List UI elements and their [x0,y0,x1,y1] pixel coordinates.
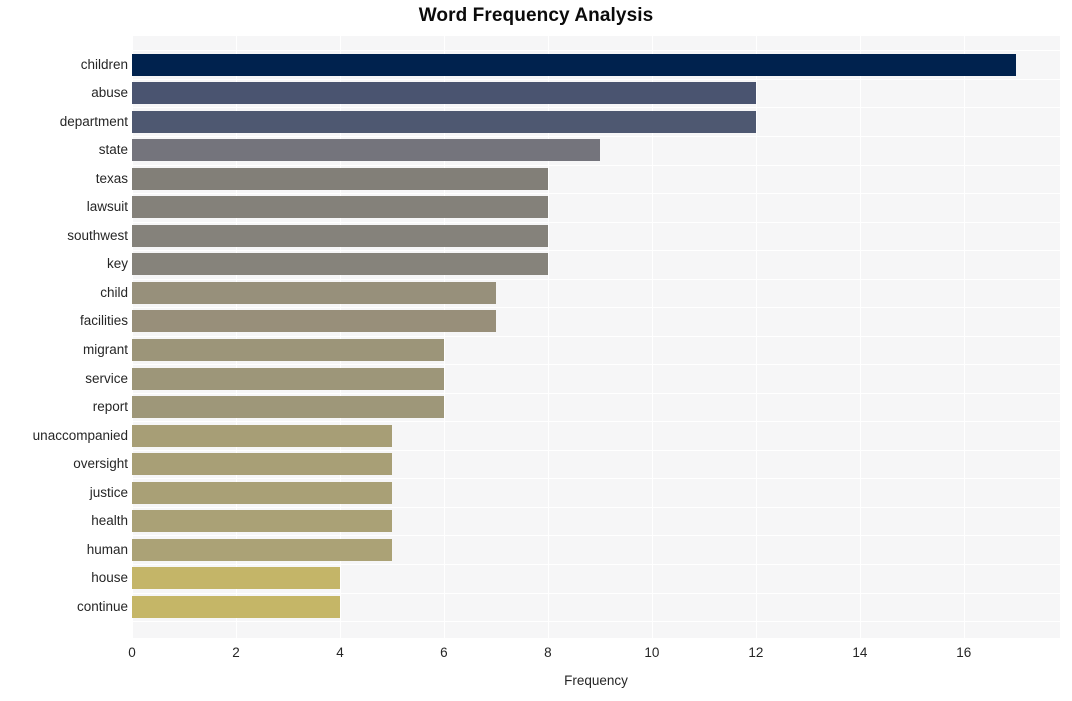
y-axis-tick-label: human [86,541,128,557]
bar [132,338,444,361]
chart-title: Word Frequency Analysis [418,5,654,26]
y-axis-tick-label: department [59,113,128,129]
y-axis-tick-label: key [106,256,128,272]
y-axis-tick-label: house [91,570,128,586]
y-axis-tick-label: southwest [67,227,128,243]
y-axis-tick-label: oversight [73,456,128,472]
bar [132,281,496,304]
bar [132,253,548,276]
bar [132,453,392,476]
y-axis-tick-label: continue [76,598,128,614]
y-axis-tick-label: abuse [91,85,128,101]
bar [132,139,600,162]
y-axis-tick-label: health [91,513,128,529]
y-axis-tick-label: service [85,370,128,386]
y-axis-tick-label: unaccompanied [32,427,128,443]
bar [132,367,444,390]
bar [132,567,340,590]
bar [132,595,340,618]
bar [132,481,392,504]
bar [132,196,548,219]
y-axis-tick-label: lawsuit [86,199,128,215]
bar [132,510,392,533]
y-axis-tick-label: children [80,56,128,72]
x-axis-tick-label: 8 [544,645,552,660]
plot-area [132,36,1060,638]
y-axis-tick-label: justice [89,484,128,500]
figure-canvas: Word Frequency Analysis children abuse dep… [0,0,1072,701]
bar [132,224,548,247]
y-axis-tick-label: texas [95,170,128,186]
y-axis-tick-labels: children abuse department state texas lawsuit… [0,36,128,638]
y-axis-tick-label: migrant [82,341,128,357]
bar [132,310,496,333]
bar [132,424,392,447]
x-axis-tick-label: 2 [232,645,240,660]
bar [132,110,756,133]
bar [132,396,444,419]
bar [132,538,392,561]
bar [132,167,548,190]
y-axis-tick-label: state [98,142,128,158]
y-axis-tick-label: report [92,399,128,415]
x-axis-tick-label: 6 [440,645,448,660]
bar-series [132,36,1060,638]
y-axis-tick-label: facilities [79,313,128,329]
x-axis-tick-label: 0 [128,645,136,660]
x-axis-tick-label: 4 [336,645,344,660]
bar [132,82,756,105]
bar [132,53,1016,76]
x-axis-tick-label: 16 [956,645,972,660]
x-axis-label: Frequency [564,673,628,688]
x-axis-tick-label: 12 [748,645,764,660]
y-axis-tick-label: child [100,284,128,300]
x-axis-tick-label: 10 [644,645,660,660]
x-axis-tick-label: 14 [852,645,868,660]
x-axis-tick-labels: 0 2 4 6 8 10 12 14 16 [0,645,1072,667]
